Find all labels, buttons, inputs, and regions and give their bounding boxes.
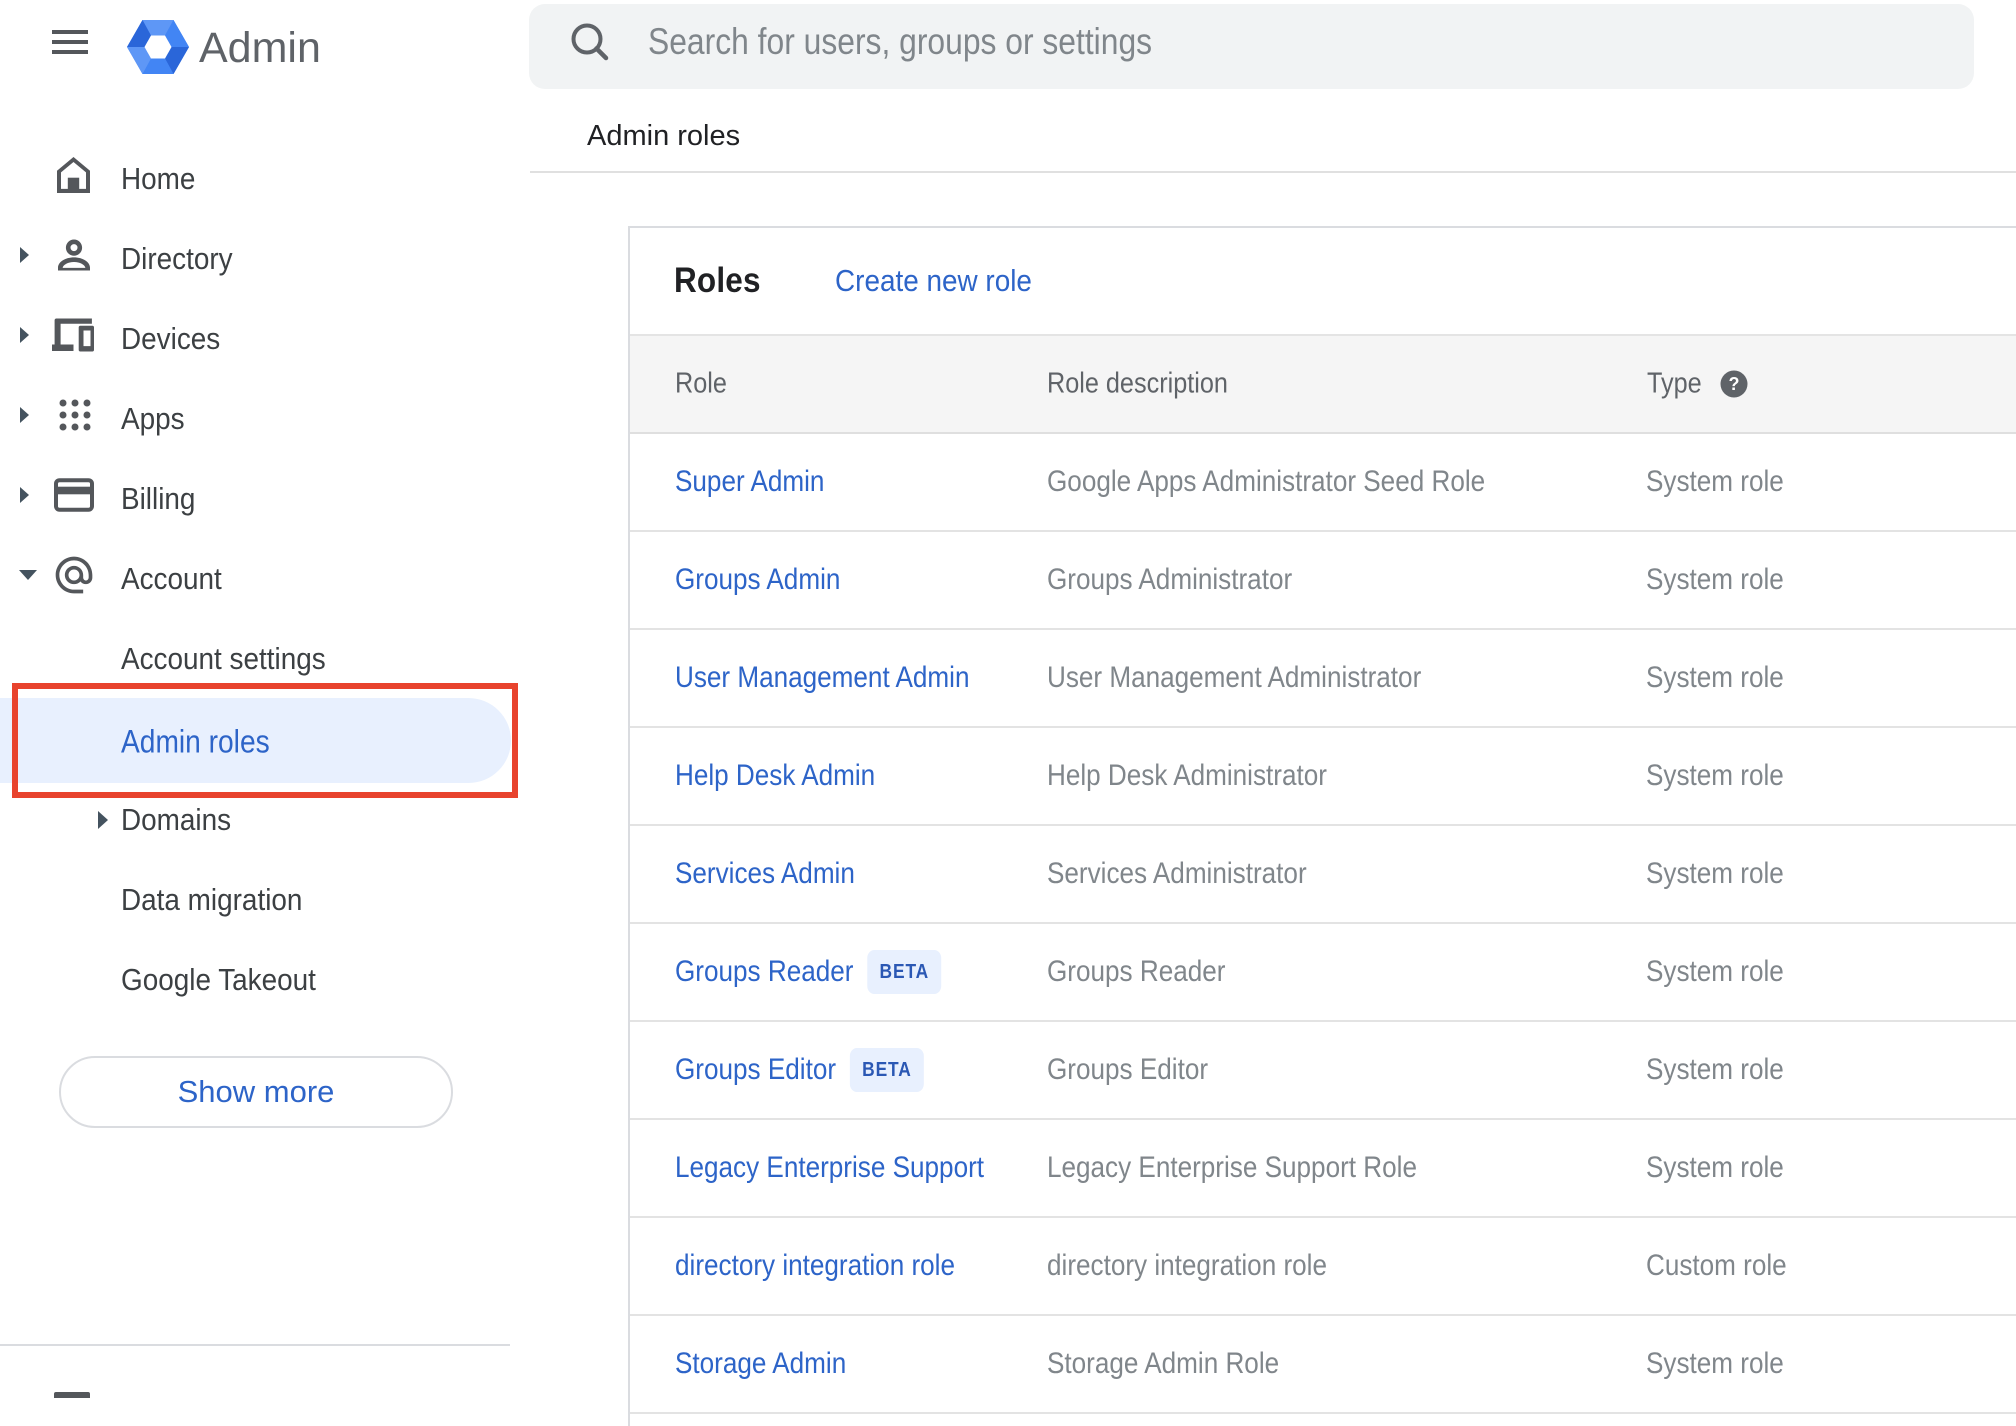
svg-text:?: ?	[1729, 374, 1740, 394]
